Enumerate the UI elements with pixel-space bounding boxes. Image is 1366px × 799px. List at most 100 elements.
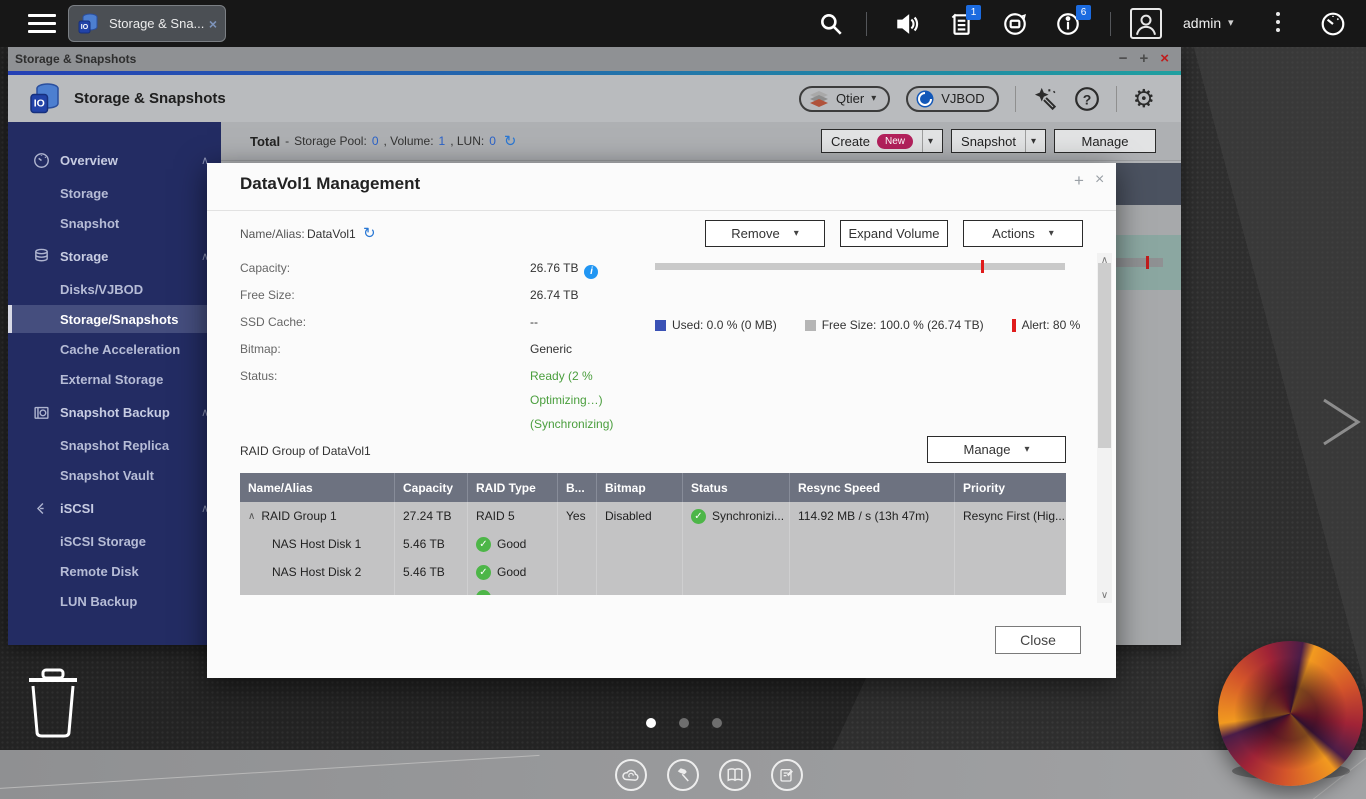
app-tab-storage-snapshots[interactable]: IO Storage & Sna... × xyxy=(68,5,226,42)
recycle-bin-icon[interactable] xyxy=(25,668,81,740)
sidebar-item-lun-backup[interactable]: LUN Backup xyxy=(8,587,221,615)
tab-close-icon[interactable]: × xyxy=(209,16,217,32)
cell-status: Synchronizi... xyxy=(712,509,784,523)
lun-count: 0 xyxy=(489,134,496,148)
window-close-icon[interactable]: × xyxy=(1160,48,1169,70)
sidebar-item-snapshot-vault[interactable]: Snapshot Vault xyxy=(8,461,221,489)
table-row-raid-group-1[interactable]: ∧ RAID Group 1 27.24 TB RAID 5 Yes Disab… xyxy=(240,502,1066,530)
free-size-value: 26.74 TB xyxy=(530,288,578,302)
notes-icon[interactable] xyxy=(771,759,803,791)
dialog-close-icon[interactable]: × xyxy=(1095,171,1104,189)
desktop-page-dots xyxy=(646,718,722,728)
sidebar-item-label: Storage/Snapshots xyxy=(60,312,178,327)
status-value-line2: Optimizing…) xyxy=(530,393,603,407)
actions-label: Actions xyxy=(992,226,1035,241)
dashboard-icon[interactable] xyxy=(1320,11,1346,37)
col-b[interactable]: B... xyxy=(558,473,597,502)
window-titlebar[interactable]: Storage & Snapshots − + × xyxy=(8,47,1181,71)
sidebar-item-snapshot-replica[interactable]: Snapshot Replica xyxy=(8,431,221,459)
more-options-icon[interactable] xyxy=(1274,12,1282,36)
admin-caret-icon[interactable]: ▾ xyxy=(1228,16,1234,29)
sidebar-item-overview-storage[interactable]: Storage xyxy=(8,179,221,207)
row-collapse-icon[interactable]: ∧ xyxy=(248,511,255,522)
page-dot-2[interactable] xyxy=(679,718,689,728)
close-button[interactable]: Close xyxy=(995,626,1081,654)
pool-count: 0 xyxy=(372,134,379,148)
background-tasks-badge: 1 xyxy=(966,5,981,20)
storage-section-icon xyxy=(33,248,50,265)
help-icon[interactable]: ? xyxy=(1074,86,1100,112)
raid-manage-button[interactable]: Manage ▾ xyxy=(927,436,1066,463)
sidebar-section-label: iSCSI xyxy=(60,501,94,516)
col-name-alias[interactable]: Name/Alias xyxy=(240,473,395,502)
sidebar-item-cache-acceleration[interactable]: Cache Acceleration xyxy=(8,335,221,363)
col-priority[interactable]: Priority xyxy=(955,473,1066,502)
manage-button[interactable]: Manage xyxy=(1054,129,1156,153)
dialog-scrollbar[interactable]: ∧ ∨ xyxy=(1097,253,1112,603)
cloud-icon[interactable] xyxy=(615,759,647,791)
table-row-nas-host-disk-2[interactable]: NAS Host Disk 2 5.46 TB ✓ Good xyxy=(240,558,1066,586)
status-ok-icon: ✓ xyxy=(476,537,491,552)
actions-button[interactable]: Actions ▾ xyxy=(963,220,1083,247)
sidebar-item-external-storage[interactable]: External Storage xyxy=(8,365,221,393)
sidebar-section-snapshot-backup[interactable]: Snapshot Backup ∧ xyxy=(8,397,221,427)
refresh-icon[interactable]: ↻ xyxy=(504,132,517,150)
sidebar-section-iscsi[interactable]: iSCSI ∧ xyxy=(8,493,221,523)
scroll-down-icon[interactable]: ∨ xyxy=(1097,590,1112,601)
bitmap-label: Bitmap: xyxy=(240,342,281,356)
minimize-icon[interactable]: − xyxy=(1119,48,1128,70)
sidebar-item-iscsi-storage[interactable]: iSCSI Storage xyxy=(8,527,221,555)
remove-button[interactable]: Remove ▾ xyxy=(705,220,825,247)
search-icon[interactable] xyxy=(818,11,844,37)
main-menu-icon[interactable] xyxy=(28,14,56,34)
sidebar-item-disks-vjbod[interactable]: Disks/VJBOD xyxy=(8,275,221,303)
settings-gear-icon[interactable]: ⚙ xyxy=(1133,86,1155,112)
status-value-line1: Ready (2 % xyxy=(530,369,593,383)
free-size-label: Free Size: xyxy=(240,288,295,302)
sidebar-section-overview[interactable]: Overview ∧ xyxy=(8,145,221,175)
dialog-detach-icon[interactable]: + xyxy=(1074,171,1084,191)
cell-status: Good xyxy=(497,565,526,579)
sidebar-item-label: iSCSI Storage xyxy=(60,534,146,549)
manual-book-icon[interactable] xyxy=(719,759,751,791)
create-button[interactable]: Create New ▾ xyxy=(821,129,943,153)
rename-refresh-icon[interactable]: ↻ xyxy=(363,224,376,242)
wallpaper-pinwheel-logo xyxy=(1218,641,1363,786)
table-row-nas-host-disk-1[interactable]: NAS Host Disk 1 5.46 TB ✓ Good xyxy=(240,530,1066,558)
sidebar-item-remote-disk[interactable]: Remote Disk xyxy=(8,557,221,585)
col-raid-type[interactable]: RAID Type xyxy=(468,473,558,502)
total-label: Total xyxy=(250,134,280,149)
sidebar-item-storage-snapshots[interactable]: Storage/Snapshots xyxy=(8,305,221,333)
capacity-usage-bar xyxy=(655,263,1065,270)
cell-name: NAS Host Disk 2 xyxy=(240,558,395,586)
col-resync-speed[interactable]: Resync Speed xyxy=(790,473,955,502)
col-bitmap[interactable]: Bitmap xyxy=(597,473,683,502)
admin-menu[interactable]: admin xyxy=(1183,15,1221,31)
topbar-separator xyxy=(866,12,867,36)
volume-icon[interactable] xyxy=(894,11,920,37)
snapshot-button[interactable]: Snapshot ▾ xyxy=(951,129,1046,153)
page-dot-3[interactable] xyxy=(712,718,722,728)
page-dot-1[interactable] xyxy=(646,718,656,728)
scrollbar-thumb[interactable] xyxy=(1098,263,1111,448)
name-alias-label: Name/Alias: xyxy=(240,227,305,241)
col-capacity[interactable]: Capacity xyxy=(395,473,468,502)
cell-bitmap: Disabled xyxy=(597,502,683,530)
external-device-icon[interactable] xyxy=(1002,11,1028,37)
free-swatch xyxy=(805,320,816,331)
tools-icon[interactable] xyxy=(667,759,699,791)
snapshot-label: Snapshot xyxy=(961,134,1016,149)
vjbod-button[interactable]: VJBOD xyxy=(906,86,998,112)
user-avatar[interactable] xyxy=(1130,8,1162,39)
capacity-info-icon[interactable]: i xyxy=(584,265,598,279)
qtier-button[interactable]: Qtier ▾ xyxy=(799,86,890,112)
sidebar-item-label: Remote Disk xyxy=(60,564,139,579)
recommendations-icon[interactable] xyxy=(1032,86,1058,112)
maximize-icon[interactable]: + xyxy=(1139,48,1148,70)
sidebar-item-overview-snapshot[interactable]: Snapshot xyxy=(8,209,221,237)
next-page-chevron-icon[interactable] xyxy=(1318,396,1364,448)
col-status[interactable]: Status xyxy=(683,473,790,502)
sidebar-section-storage[interactable]: Storage ∧ xyxy=(8,241,221,271)
sidebar-item-label: Disks/VJBOD xyxy=(60,282,143,297)
expand-volume-button[interactable]: Expand Volume xyxy=(840,220,948,247)
